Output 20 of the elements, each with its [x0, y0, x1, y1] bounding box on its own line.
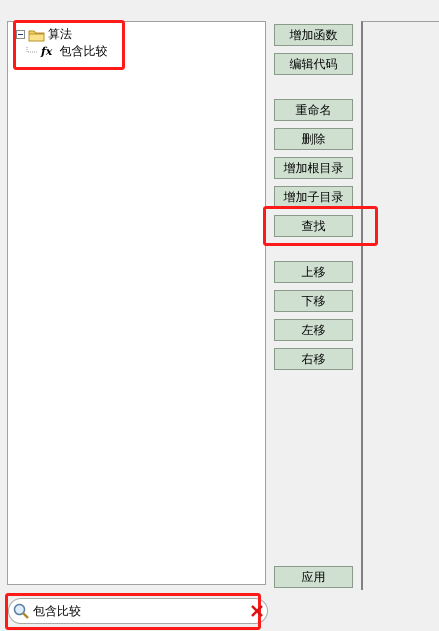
tree-item[interactable]: 算法	[48, 26, 72, 43]
action-button[interactable]: 增加子目录	[274, 186, 353, 208]
apply-button[interactable]: 应用	[274, 566, 353, 588]
action-button[interactable]: 上移	[274, 261, 353, 283]
action-button[interactable]: 增加函数	[274, 24, 353, 46]
action-button[interactable]: 右移	[274, 348, 353, 370]
search-icon	[13, 603, 29, 619]
clear-icon[interactable]	[251, 605, 263, 617]
action-button[interactable]: 查找	[274, 215, 353, 237]
action-button[interactable]: 编辑代码	[274, 53, 353, 75]
collapse-icon[interactable]	[16, 30, 25, 39]
folder-icon	[28, 28, 45, 42]
action-button[interactable]: 下移	[274, 290, 353, 312]
action-button[interactable]: 删除	[274, 128, 353, 150]
action-button[interactable]: 重命名	[274, 99, 353, 121]
function-icon: fx	[41, 45, 52, 58]
action-button[interactable]: 增加根目录	[274, 157, 353, 179]
action-button[interactable]: 左移	[274, 319, 353, 341]
tree-item[interactable]: 包含比较	[59, 43, 108, 60]
search-field[interactable]: 包含比较	[8, 598, 268, 624]
